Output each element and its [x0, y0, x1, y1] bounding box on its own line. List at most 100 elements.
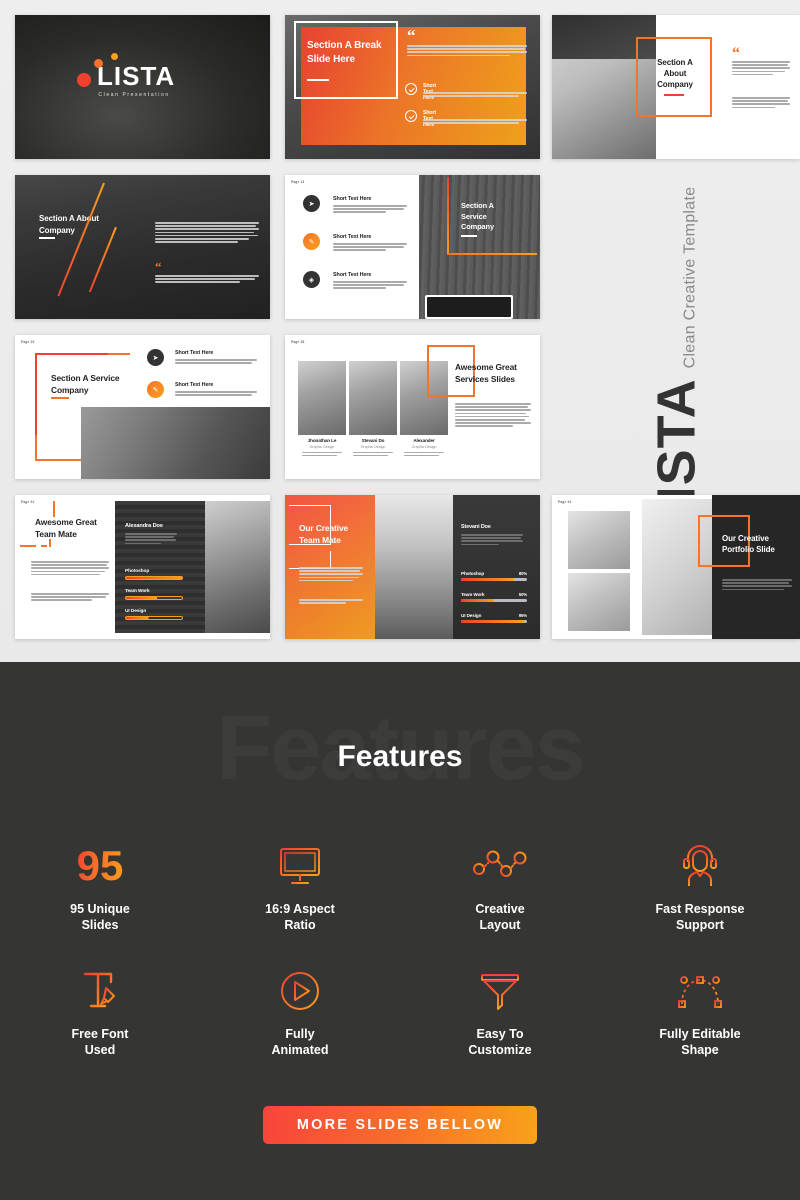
logo-lockup: LISTA Clean Presentation [77, 53, 175, 98]
item-heading: Short Text Here [333, 196, 372, 202]
slide-thumbnail-portfolio[interactable]: Page 34 Our Creative Portfolio Slide [552, 495, 800, 639]
slide-thumbnail-cover[interactable]: LISTA Clean Presentation [15, 15, 270, 159]
about2-body [155, 222, 259, 244]
skill-track [461, 599, 527, 603]
slide-thumbnail-about-company-1[interactable]: Section A About Company “ [552, 15, 800, 159]
team2-skill-1: Photoshop 80% [461, 571, 527, 582]
feature-number: 95 [77, 840, 124, 892]
item-heading: Short Text Here [333, 234, 372, 240]
team1-title: Awesome Great Team Mate [35, 517, 97, 539]
slide-thumbnail-team-mate-2[interactable]: Our Creative Team Mate Stevani Doe Photo… [285, 495, 540, 639]
feature-label-line-1: Easy To [476, 1027, 524, 1042]
team1-skill-2: Team Work [125, 589, 183, 600]
break-slide-title: Section A Break Slide Here [307, 40, 382, 65]
portfolio-title: Our Creative Portfolio Slide [722, 534, 775, 555]
about2-title: Section A About Company [39, 214, 99, 235]
check-circle-icon [405, 110, 417, 122]
more-slides-button[interactable]: MORE SLIDES BELLOW [262, 1106, 538, 1144]
team2-body-2 [299, 599, 363, 605]
slide-thumbnail-services-team[interactable]: Page 28 Jhonathan Le Graphic Design Stev… [285, 335, 540, 479]
feature-label: Free Font Used [6, 1027, 194, 1058]
feature-label-line-1: Free Font [71, 1027, 129, 1042]
feature-label-line-2: Shape [681, 1042, 719, 1057]
quote-icon: “ [732, 45, 740, 62]
cover-subtitle: Clean Presentation [98, 92, 170, 98]
diamond-icon: ◈ [303, 271, 320, 288]
person-photo-1 [298, 361, 346, 435]
about-rule [664, 94, 684, 96]
cta-container: MORE SLIDES BELLOW [0, 1106, 800, 1144]
skill-value: 95% [518, 613, 527, 618]
about2-quote-body [155, 275, 259, 285]
services-team-frame-dash [457, 395, 475, 397]
service2-title: Section A Service Company [51, 373, 120, 395]
feature-item-fully-animated: Fully Animated [200, 965, 400, 1058]
page-label: Page 34 [558, 500, 572, 504]
skill-fill [461, 620, 524, 624]
service1-rule [461, 235, 477, 237]
services-team-title: Awesome Great Services Slides [455, 362, 517, 384]
feature-label-line-2: Used [84, 1042, 116, 1057]
service1-item-1: ➤ [303, 195, 320, 212]
template-preview-page: LISTA Clean Presentation Section A Break… [0, 0, 800, 1200]
feature-label-line-1: Creative [475, 902, 525, 916]
service2-frame-bottom [35, 435, 83, 461]
logo-dot-yellow-icon [111, 53, 118, 60]
city-photo [81, 407, 270, 479]
about-body-1 [732, 61, 790, 77]
team1-dash-1 [20, 545, 36, 547]
brand-tagline: Clean Creative Template [681, 186, 699, 369]
service1-accent-hline [447, 253, 537, 255]
skill-bar [125, 596, 183, 600]
service2-rule [51, 397, 69, 399]
brand-vertical-lockup: LISTA Clean Creative Template [552, 187, 800, 536]
bezier-shape-icon [606, 965, 794, 1017]
slide-thumbnail-about-company-2[interactable]: Section A About Company “ [15, 175, 270, 319]
person-name: Stevani Do [361, 438, 385, 443]
feature-label: Creative Layout [406, 902, 594, 933]
team1-skill-1: Photoshop [125, 569, 183, 580]
funnel-icon [406, 965, 594, 1017]
tablet-mockup [425, 295, 513, 319]
item-heading: Short Text Here [333, 272, 372, 278]
slide-thumbnail-break-slide[interactable]: Section A Break Slide Here “ Short Text … [285, 15, 540, 159]
rocket-icon: ➤ [147, 349, 164, 366]
feature-label-line-2: Ratio [284, 917, 316, 932]
feature-label-line-2: Support [676, 917, 724, 932]
person-role: Graphic Design [360, 445, 386, 449]
service1-title: Section A Service Company [461, 201, 494, 232]
quote-icon: “ [155, 259, 162, 274]
team1-tick-v [53, 501, 55, 517]
slide-thumbnail-service-company-1[interactable]: Page 14 ➤ Short Text Here ✎ Short Text H… [285, 175, 540, 319]
skill-value: 50% [518, 592, 527, 597]
feature-label-line-1: Fully [285, 1027, 315, 1042]
team1-dash-2 [41, 545, 47, 547]
skill-track [461, 620, 527, 624]
team2-skill-3: UI Design 95% [461, 613, 527, 624]
rocket-icon: ➤ [303, 195, 320, 212]
skill-label: UI Design [125, 609, 147, 614]
page-label: Page 14 [291, 180, 305, 184]
feature-item-easy-customize: Easy To Customize [400, 965, 600, 1058]
team1-dash-3 [49, 539, 51, 547]
quote-icon: “ [407, 26, 416, 45]
feature-label: Fully Animated [206, 1027, 394, 1058]
portfolio-photo-1 [568, 511, 630, 569]
logo-dot-red-icon [77, 73, 91, 87]
pencil-icon: ✎ [303, 233, 320, 250]
feature-item-unique-slides: 95 95 Unique Slides [0, 840, 200, 933]
slide-thumbnail-team-mate-1[interactable]: Page 32 Awesome Great Team Mate Alexandr… [15, 495, 270, 639]
slide-thumbnail-service-company-2[interactable]: Page 15 Section A Service Company ➤ Shor… [15, 335, 270, 479]
team1-skill-3: UI Design [125, 609, 183, 620]
feature-item-aspect-ratio: 16:9 Aspect Ratio [200, 840, 400, 933]
feature-label: Easy To Customize [406, 1027, 594, 1058]
service2-frame-tick [108, 353, 130, 355]
portfolio-frame-dash [728, 565, 744, 567]
person-photo [205, 501, 270, 633]
team1-body-1 [31, 561, 109, 577]
page-label: Page 32 [21, 500, 35, 504]
logo-dot-orange-icon [94, 59, 103, 68]
skill-label: UI Design [461, 613, 482, 618]
services-team-body [455, 403, 531, 429]
page-label: Page 15 [21, 340, 35, 344]
